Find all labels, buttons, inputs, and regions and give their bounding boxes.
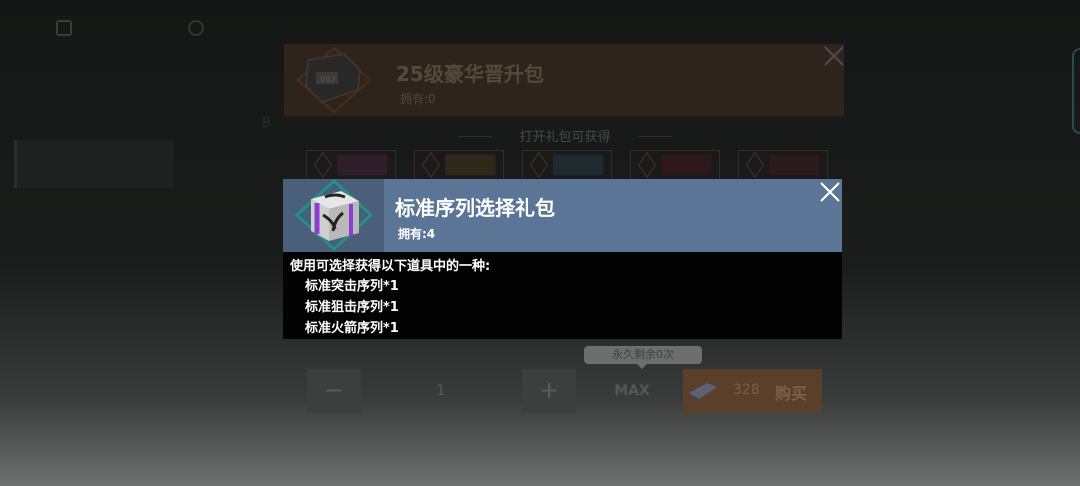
quantity-increase-button[interactable]: + <box>522 369 576 413</box>
reward-strip <box>306 150 836 180</box>
top-tab-b[interactable] <box>188 20 298 38</box>
square-logo-icon <box>56 20 72 36</box>
tooltip-description: 使用可选择获得以下道具中的一种: <box>290 259 491 274</box>
tooltip-owned-count: 拥有:4 <box>398 227 436 241</box>
bg-side-label-left: B <box>262 116 271 131</box>
reward-item[interactable] <box>738 150 828 180</box>
currency-icon <box>689 383 717 402</box>
selection-pack-icon <box>294 179 374 252</box>
upgrade-pack-image: V02 <box>296 46 372 114</box>
back-close-icon[interactable] <box>822 44 846 68</box>
upgrade-pack-title: 25级豪华晋升包 <box>396 62 544 86</box>
buy-price: 328 <box>733 382 760 398</box>
pack-contents-subtitle: 打开礼包可获得 <box>440 126 690 146</box>
reward-item[interactable] <box>306 150 396 180</box>
upgrade-pack-owned: 拥有:0 <box>400 92 436 106</box>
top-tab-a[interactable] <box>56 20 166 38</box>
left-menu-item-1[interactable] <box>14 92 174 140</box>
tooltip-body: 使用可选择获得以下道具中的一种: 标准突击序列*1 标准狙击序列*1 标准火箭序… <box>283 252 842 339</box>
svg-text:V02: V02 <box>320 75 336 84</box>
tooltip-option-list: 标准突击序列*1 标准狙击序列*1 标准火箭序列*1 <box>305 276 399 339</box>
left-menu-item-2[interactable] <box>14 140 174 188</box>
tooltip-title: 标准序列选择礼包 <box>395 196 555 220</box>
tooltip-option: 标准狙击序列*1 <box>305 300 399 315</box>
upgrade-pack-header: V02 25级豪华晋升包 拥有:0 <box>284 44 844 116</box>
left-menu-item-3[interactable] <box>14 188 174 236</box>
quantity-decrease-button[interactable]: − <box>307 369 361 413</box>
right-edge-tab[interactable] <box>1072 48 1080 134</box>
reward-item[interactable] <box>522 150 612 180</box>
buy-label: 购买 <box>775 384 808 403</box>
quantity-max-button[interactable]: MAX <box>600 369 664 413</box>
tooltip-header: 标准序列选择礼包 拥有:4 <box>283 179 842 252</box>
tooltip-option: 标准突击序列*1 <box>305 279 399 294</box>
remaining-purchases-badge: 永久剩余0次 <box>584 346 702 369</box>
reward-item[interactable] <box>630 150 720 180</box>
top-bar <box>0 0 1080 48</box>
tooltip-option: 标准火箭序列*1 <box>305 321 399 336</box>
quantity-value[interactable]: 1 <box>361 369 521 413</box>
left-menu <box>14 92 174 236</box>
item-tooltip: 标准序列选择礼包 拥有:4 使用可选择获得以下道具中的一种: 标准突击序列*1 … <box>283 179 842 339</box>
tooltip-close-icon[interactable] <box>819 181 841 203</box>
ring-logo-icon <box>188 20 204 36</box>
buy-button[interactable]: 328 购买 <box>683 369 822 413</box>
reward-item[interactable] <box>414 150 504 180</box>
